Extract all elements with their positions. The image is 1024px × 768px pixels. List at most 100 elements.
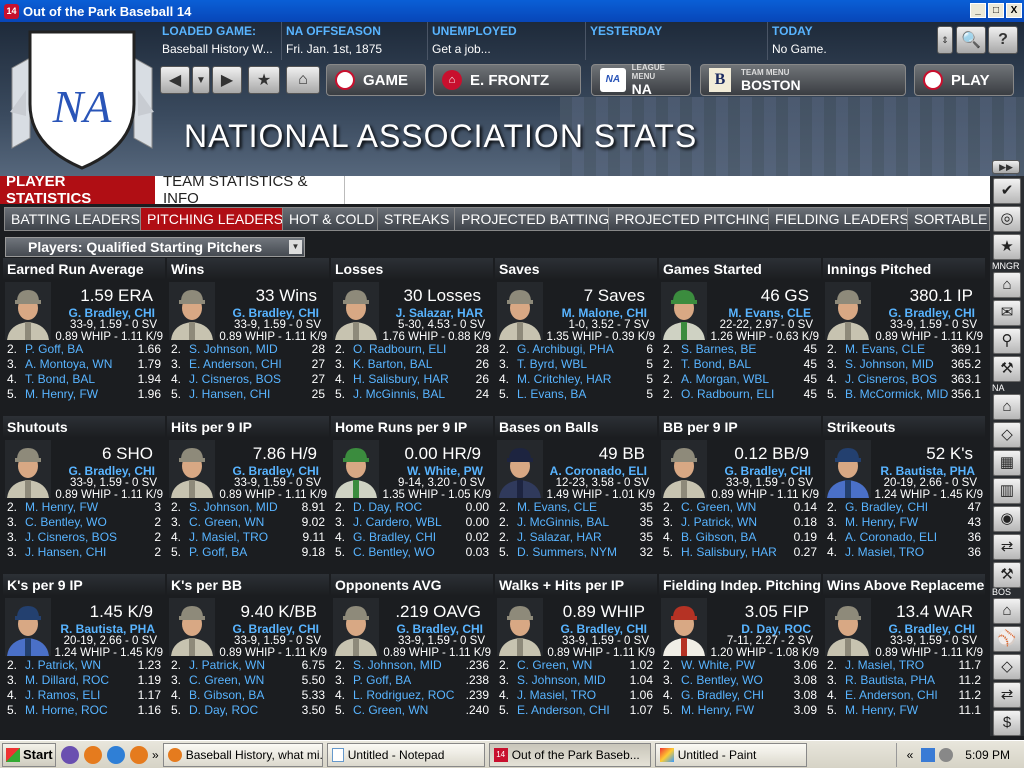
rank-row[interactable]: 2. C. Green, WN 1.02	[495, 658, 657, 673]
player-portrait[interactable]	[825, 440, 871, 498]
player-portrait[interactable]	[5, 282, 51, 340]
rank-player-name[interactable]: L. Rodriguez, ROC	[353, 688, 466, 703]
rank-player-name[interactable]: M. Dillard, ROC	[25, 673, 138, 688]
player-portrait[interactable]	[169, 440, 215, 498]
rank-row[interactable]: 4. J. Ramos, ELI 1.17	[3, 688, 165, 703]
rank-player-name[interactable]: M. Henry, FW	[681, 703, 794, 718]
rank-player-name[interactable]: K. Barton, BAL	[353, 357, 476, 372]
rank-player-name[interactable]: J. Masiel, TRO	[845, 658, 959, 673]
rank-row[interactable]: 4. B. Gibson, BA 0.19	[659, 530, 821, 545]
rank-player-name[interactable]: S. Johnson, MID	[845, 357, 951, 372]
standings-grid-icon[interactable]: ▦	[993, 450, 1021, 476]
quicklaunch-more[interactable]: »	[152, 748, 159, 762]
rank-row[interactable]: 3. J. Hansen, CHI 2	[3, 545, 165, 560]
rank-player-name[interactable]: C. Bentley, WO	[353, 545, 466, 560]
rank-player-name[interactable]: M. Horne, ROC	[25, 703, 138, 718]
minimize-button[interactable]: _	[970, 3, 986, 18]
rank-player-name[interactable]: J. Hansen, CHI	[25, 545, 154, 560]
rank-row[interactable]: 5. H. Salisbury, HAR 0.27	[659, 545, 821, 560]
rank-row[interactable]: 3. E. Anderson, CHI 27	[167, 357, 329, 372]
league-tools-icon[interactable]: ⚒	[993, 562, 1021, 588]
rank-player-name[interactable]: C. Green, WN	[189, 673, 302, 688]
quicklaunch-orb-icon[interactable]	[61, 745, 79, 764]
player-portrait[interactable]	[661, 440, 707, 498]
leader-name[interactable]: G. Bradley, CHI	[69, 464, 155, 478]
rank-row[interactable]: 2. J. Salazar, HAR 35	[495, 530, 657, 545]
finances-dollar-icon[interactable]: $	[993, 710, 1021, 736]
rank-player-name[interactable]: C. Green, WN	[681, 500, 794, 515]
player-portrait[interactable]	[825, 282, 871, 340]
player-portrait[interactable]	[661, 282, 707, 340]
rank-row[interactable]: 2. J. Masiel, TRO 11.7	[823, 658, 985, 673]
leader-name[interactable]: G. Bradley, CHI	[889, 622, 975, 636]
rank-player-name[interactable]: J. Salazar, HAR	[517, 530, 640, 545]
leader-name[interactable]: M. Evans, CLE	[728, 306, 811, 320]
maximize-button[interactable]: □	[988, 3, 1004, 18]
tab-pitching-leaders[interactable]: PITCHING LEADERS	[140, 207, 291, 231]
rank-player-name[interactable]: J. Patrick, WN	[189, 658, 302, 673]
rank-row[interactable]: 3. C. Bentley, WO 2	[3, 515, 165, 530]
leader-name[interactable]: A. Coronado, ELI	[550, 464, 647, 478]
leader-name[interactable]: D. Day, ROC	[741, 622, 811, 636]
rank-player-name[interactable]: M. Henry, FW	[25, 500, 154, 515]
start-button[interactable]: Start	[2, 742, 56, 767]
back-arrow-icon[interactable]: ◀	[160, 66, 190, 94]
rank-row[interactable]: 3. R. Bautista, PHA 11.2	[823, 673, 985, 688]
player-filter-dropdown[interactable]: Players: Qualified Starting Pitchers ▼	[5, 237, 305, 257]
rank-player-name[interactable]: P. Goff, BA	[353, 673, 466, 688]
tab-fielding-leaders[interactable]: FIELDING LEADERS	[768, 207, 916, 231]
rank-player-name[interactable]: D. Day, ROC	[353, 500, 466, 515]
rank-player-name[interactable]: D. Summers, NYM	[517, 545, 640, 560]
rank-row[interactable]: 4. H. Salisbury, HAR 26	[331, 372, 493, 387]
rank-row[interactable]: 5. D. Day, ROC 3.50	[167, 703, 329, 718]
league-menu-button[interactable]: NA LEAGUE MENU NA	[591, 63, 691, 97]
mail-icon[interactable]: ✉	[993, 300, 1021, 326]
rank-row[interactable]: 5. B. McCormick, MID 356.1	[823, 387, 985, 402]
player-portrait[interactable]	[661, 598, 707, 656]
rank-row[interactable]: 5. P. Goff, BA 9.18	[167, 545, 329, 560]
manager-home-icon[interactable]: ⌂	[993, 272, 1021, 298]
rank-player-name[interactable]: W. White, PW	[681, 658, 794, 673]
tools-icon[interactable]: ⚒	[993, 356, 1021, 382]
star-icon[interactable]: ★	[248, 66, 280, 94]
rank-row[interactable]: 5. C. Bentley, WO 0.03	[331, 545, 493, 560]
rank-row[interactable]: 4. J. Masiel, TRO 9.11	[167, 530, 329, 545]
rank-player-name[interactable]: B. Gibson, BA	[189, 688, 302, 703]
rank-player-name[interactable]: S. Barnes, BE	[681, 342, 804, 357]
rank-player-name[interactable]: S. Johnson, MID	[517, 673, 630, 688]
leader-name[interactable]: G. Bradley, CHI	[233, 306, 319, 320]
rank-player-name[interactable]: J. Patrick, WN	[681, 515, 794, 530]
rank-row[interactable]: 4. B. Gibson, BA 5.33	[167, 688, 329, 703]
search-icon[interactable]: 🔍	[956, 26, 986, 54]
rank-row[interactable]: 4. J. Cisneros, BOS 27	[167, 372, 329, 387]
rank-player-name[interactable]: B. McCormick, MID	[845, 387, 951, 402]
player-portrait[interactable]	[333, 440, 379, 498]
rank-row[interactable]: 2. M. Evans, CLE 35	[495, 500, 657, 515]
close-button[interactable]: X	[1006, 3, 1022, 18]
favorites-star-icon[interactable]: ★	[993, 234, 1021, 260]
rank-player-name[interactable]: J. Masiel, TRO	[517, 688, 630, 703]
rank-row[interactable]: 5. M. Henry, FW 11.1	[823, 703, 985, 718]
player-portrait[interactable]	[333, 282, 379, 340]
rank-player-name[interactable]: J. Cardero, WBL	[353, 515, 466, 530]
player-portrait[interactable]	[825, 598, 871, 656]
leader-name[interactable]: W. White, PW	[407, 464, 483, 478]
rank-player-name[interactable]: J. Patrick, WN	[25, 658, 138, 673]
rank-player-name[interactable]: T. Bond, BAL	[25, 372, 138, 387]
rank-row[interactable]: 4. J. Cisneros, BOS 363.1	[823, 372, 985, 387]
rank-player-name[interactable]: M. Evans, CLE	[845, 342, 951, 357]
leader-name[interactable]: J. Salazar, HAR	[396, 306, 483, 320]
rank-row[interactable]: 3. P. Goff, BA .238	[331, 673, 493, 688]
rank-row[interactable]: 4. M. Critchley, HAR 5	[495, 372, 657, 387]
rank-row[interactable]: 3. J. Patrick, WN 0.18	[659, 515, 821, 530]
player-portrait[interactable]	[169, 282, 215, 340]
rank-row[interactable]: 3. S. Johnson, MID 1.04	[495, 673, 657, 688]
rank-player-name[interactable]: M. Critchley, HAR	[517, 372, 646, 387]
taskbar-item-notepad[interactable]: Untitled - Notepad	[326, 742, 485, 767]
rank-player-name[interactable]: J. Hansen, CHI	[189, 387, 312, 402]
ie-icon[interactable]	[107, 745, 125, 764]
rank-player-name[interactable]: T. Byrd, WBL	[517, 357, 646, 372]
search-icon[interactable]: ⚲	[993, 328, 1021, 354]
rank-row[interactable]: 4. G. Bradley, CHI 0.02	[331, 530, 493, 545]
rank-player-name[interactable]: A. Montoya, WN	[25, 357, 138, 372]
